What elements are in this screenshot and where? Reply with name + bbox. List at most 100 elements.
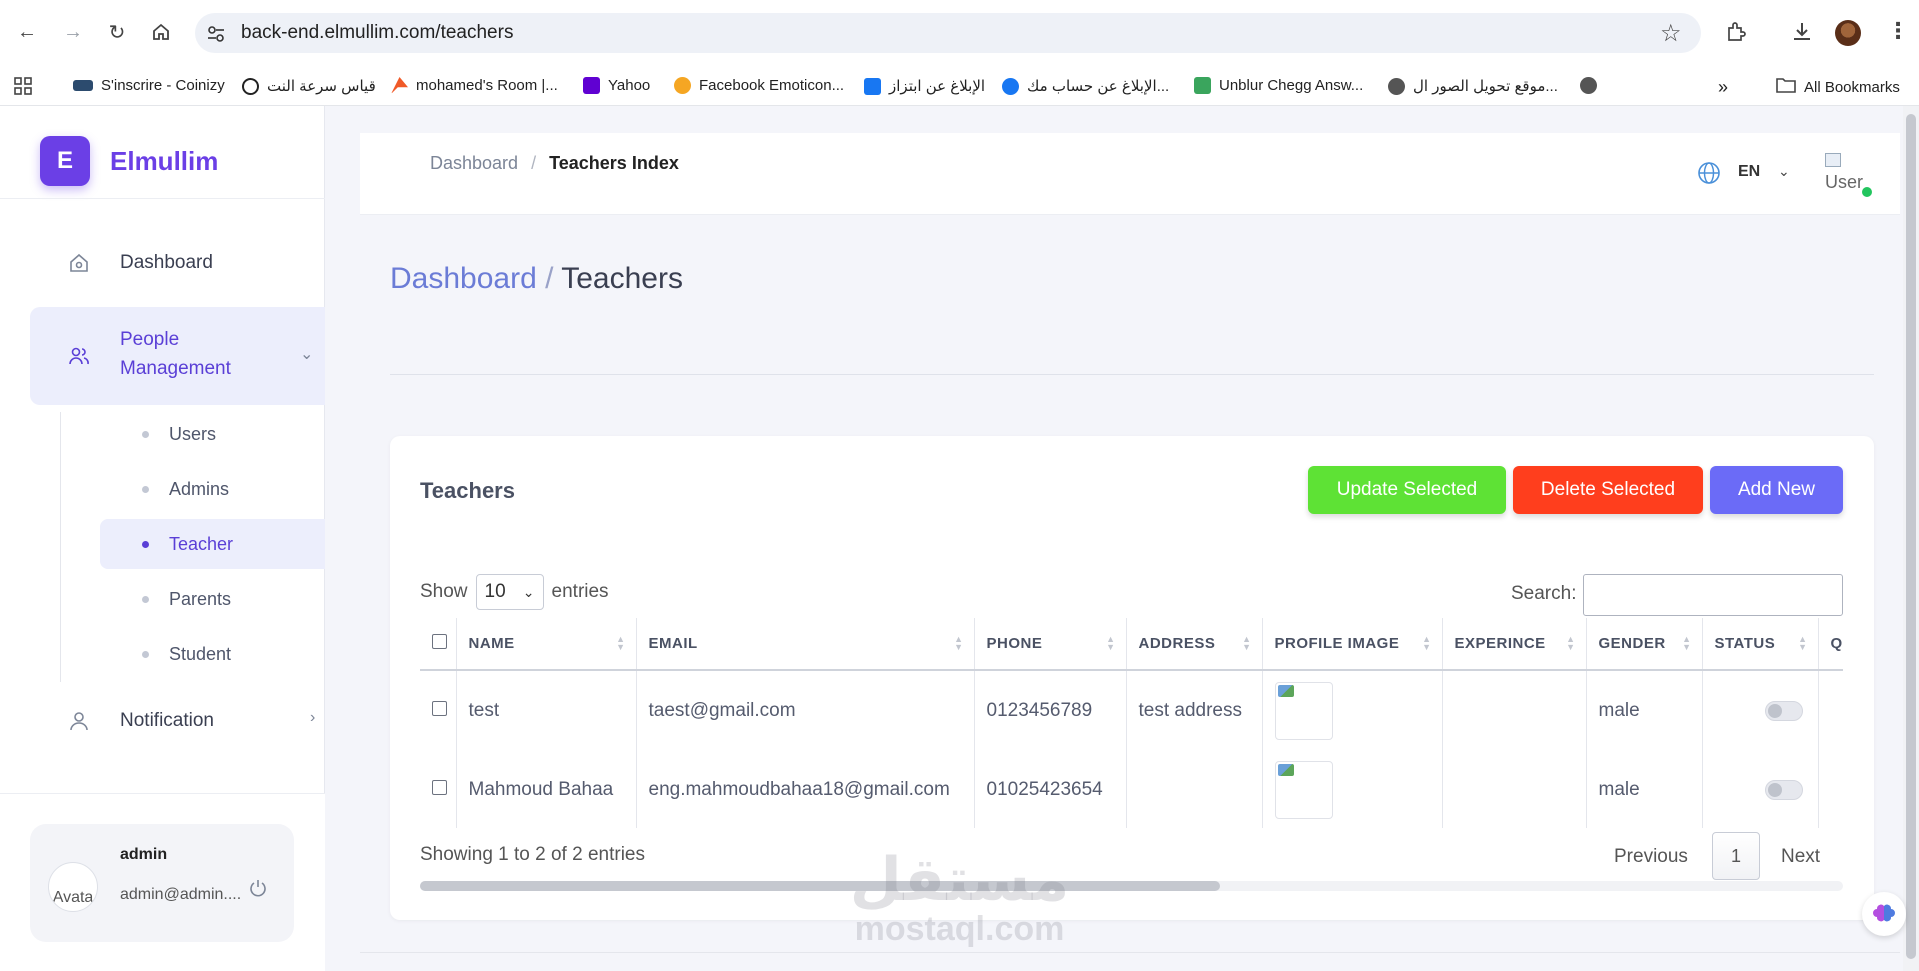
show-label: Show — [420, 581, 468, 602]
profile-image — [1274, 681, 1333, 740]
bookmark-item[interactable]: mohamed's Room |... — [391, 77, 558, 94]
bookmark-favicon-icon — [1002, 77, 1019, 95]
bullet-icon — [142, 650, 149, 658]
column-header[interactable]: PHONE ▲ ▼ — [974, 618, 1127, 671]
cell-phone: 01025423654 — [974, 750, 1127, 828]
sidebar-item-users[interactable]: Users — [100, 409, 325, 459]
search-input[interactable] — [1583, 574, 1843, 616]
extensions-icon[interactable] — [1724, 20, 1750, 46]
top-header: Dashboard / Teachers Index EN ⌄ User — [360, 133, 1900, 215]
column-header-label: GENDER — [1598, 635, 1666, 652]
back-arrow-icon[interactable]: ← — [14, 19, 40, 45]
column-header[interactable]: EMAIL ▲ ▼ — [636, 618, 975, 671]
bookmark-label: Yahoo — [608, 77, 651, 94]
status-toggle[interactable] — [1764, 779, 1803, 800]
cell-name: test — [456, 670, 637, 750]
sidebar-item-teacher[interactable]: Teacher — [100, 519, 325, 569]
cell-address — [1126, 750, 1263, 828]
select-all-checkbox[interactable] — [432, 634, 447, 649]
page-size-select[interactable]: 10 ⌄ — [475, 574, 544, 610]
bookmark-favicon-icon — [583, 77, 600, 94]
bookmark-item[interactable]: قياس سرعة النت — [242, 77, 376, 95]
more-bookmarks-icon[interactable]: » — [1718, 77, 1728, 98]
column-header[interactable]: Q — [1818, 618, 1843, 671]
bookmark-item[interactable]: الإبلاغ عن حساب مك... — [1002, 77, 1169, 95]
page-title-root[interactable]: Dashboard — [390, 262, 537, 295]
apps-grid-icon[interactable] — [14, 77, 32, 95]
column-header-label: STATUS — [1714, 635, 1776, 652]
column-header[interactable]: NAME ▲ ▼ — [456, 618, 637, 671]
sort-icon: ▲ ▼ — [1798, 634, 1808, 652]
cell-address: test address — [1126, 670, 1263, 750]
browser-menu-icon[interactable]: ⋮ — [1887, 18, 1909, 44]
bookmark-label: قياس سرعة النت — [267, 78, 376, 95]
table-row: Mahmoud Bahaa eng.mahmoudbahaa18@gmail.c… — [420, 750, 1843, 828]
status-toggle[interactable] — [1764, 700, 1803, 721]
divider — [0, 198, 325, 199]
all-bookmarks[interactable]: All Bookmarks — [1776, 77, 1900, 97]
column-header[interactable]: EXPERINCE ▲ ▼ — [1442, 618, 1587, 671]
globe-icon[interactable] — [1697, 161, 1721, 185]
brain-icon[interactable] — [1862, 892, 1906, 936]
column-header[interactable]: GENDER ▲ ▼ — [1586, 618, 1703, 671]
bookmark-item[interactable]: Facebook Emoticon... — [674, 77, 844, 94]
globe-bookmark-icon[interactable] — [1580, 77, 1597, 94]
reload-icon[interactable]: ↻ — [104, 19, 130, 45]
column-header[interactable]: STATUS ▲ ▼ — [1702, 618, 1819, 671]
bookmark-item[interactable]: Unblur Chegg Answ... — [1194, 77, 1363, 94]
home-icon[interactable] — [148, 19, 174, 45]
bookmark-label: mohamed's Room |... — [416, 77, 558, 94]
scrollbar-thumb[interactable] — [420, 881, 1220, 891]
page-vertical-scrollbar[interactable] — [1903, 106, 1919, 971]
bookmark-favicon-icon — [1388, 77, 1405, 95]
browser-profile-avatar[interactable] — [1835, 20, 1861, 46]
sidebar-item-people-management[interactable]: People Management ⌄ — [30, 307, 325, 405]
download-icon[interactable] — [1790, 20, 1816, 46]
column-header[interactable]: PROFILE IMAGE ▲ ▼ — [1262, 618, 1443, 671]
bookmark-star-icon[interactable]: ☆ — [1660, 19, 1682, 48]
table-horizontal-scrollbar[interactable] — [420, 881, 1843, 891]
bookmark-label: Unblur Chegg Answ... — [1219, 77, 1364, 94]
breadcrumb: Dashboard / Teachers Index — [430, 153, 679, 174]
pagination-previous[interactable]: Previous — [1614, 846, 1688, 868]
forward-arrow-icon[interactable]: → — [60, 19, 86, 45]
scrollbar-thumb[interactable] — [1906, 114, 1916, 959]
pagination-next[interactable]: Next — [1781, 846, 1820, 868]
brand[interactable]: E Elmullim — [40, 136, 218, 186]
bookmark-item[interactable]: موقع تحويل الصور ال... — [1388, 77, 1558, 95]
teachers-table-wrapper: NAME ▲ ▼ EMAIL ▲ ▼ PHONE ▲ ▼ ADDRESS ▲ ▼ PROFILE… — [420, 618, 1843, 828]
column-header-label: PHONE — [986, 635, 1043, 652]
sidebar-item-dashboard[interactable]: Dashboard — [30, 238, 325, 288]
chevron-down-icon[interactable]: ⌄ — [1778, 163, 1790, 180]
url-text[interactable]: back-end.elmullim.com/teachers — [241, 22, 513, 44]
bookmark-item[interactable]: الإبلاغ عن ابتزاز — [864, 77, 985, 95]
bookmark-item[interactable]: S'inscrire - Coinizy — [73, 77, 225, 94]
bookmark-item[interactable]: Yahoo — [583, 77, 650, 94]
sidebar-item-student[interactable]: Student — [100, 629, 325, 679]
language-selector[interactable]: EN — [1738, 163, 1760, 181]
pagination-page[interactable]: 1 — [1712, 832, 1760, 880]
row-checkbox[interactable] — [432, 700, 447, 716]
divider — [360, 952, 1900, 953]
people-label-line2: Management — [120, 358, 231, 379]
user-name: admin — [120, 846, 168, 863]
teachers-table: NAME ▲ ▼ EMAIL ▲ ▼ PHONE ▲ ▼ ADDRESS ▲ ▼ PROFILE… — [420, 618, 1843, 828]
sidebar-item-admins[interactable]: Admins — [100, 464, 325, 514]
row-checkbox[interactable] — [432, 779, 447, 795]
sidebar-item-label: Parents — [169, 588, 232, 609]
cell-q — [1818, 750, 1843, 828]
power-icon[interactable] — [248, 878, 268, 898]
sidebar-item-parents[interactable]: Parents — [100, 574, 325, 624]
add-new-button[interactable]: Add New — [1710, 466, 1843, 514]
sidebar-item-notification[interactable]: Notification › — [30, 696, 325, 746]
profile-image — [1274, 760, 1333, 819]
sidebar-item-label: People Management — [120, 325, 231, 383]
update-selected-button[interactable]: Update Selected — [1308, 466, 1506, 514]
delete-selected-button[interactable]: Delete Selected — [1513, 466, 1703, 514]
bullet-icon — [142, 485, 149, 493]
sort-icon: ▲ ▼ — [1106, 634, 1116, 652]
column-header[interactable]: ADDRESS ▲ ▼ — [1126, 618, 1263, 671]
breadcrumb-dashboard[interactable]: Dashboard — [430, 153, 518, 173]
site-settings-icon[interactable] — [205, 23, 227, 45]
brand-logo: E — [40, 136, 90, 186]
